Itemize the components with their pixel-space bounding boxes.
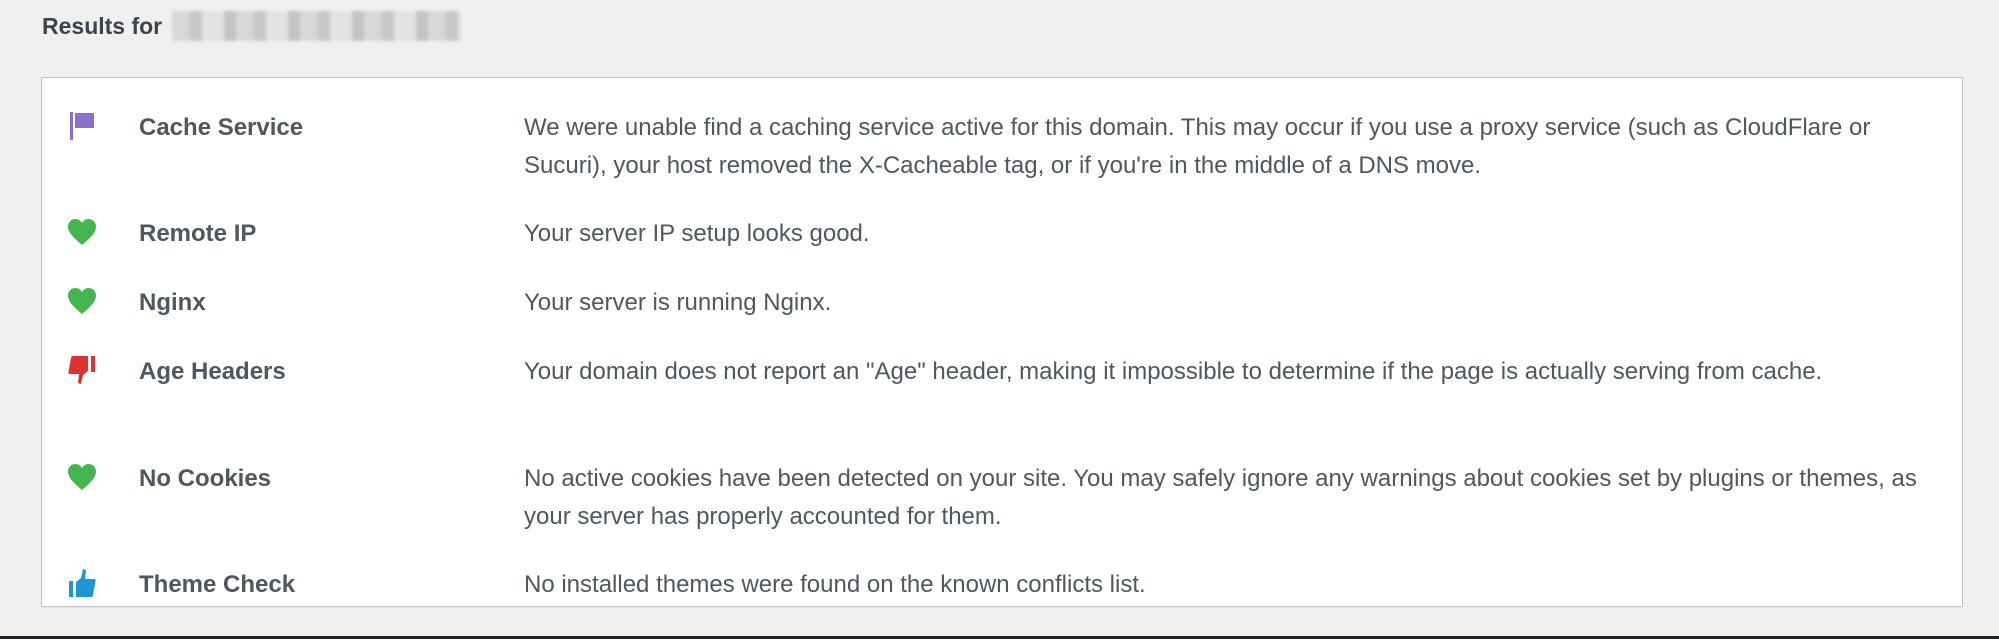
result-description: Your server is running Nginx.	[524, 289, 832, 316]
result-label: Age Headers	[139, 358, 286, 385]
heart-icon	[68, 219, 96, 245]
heart-icon	[68, 464, 96, 490]
thumbs-up-icon	[69, 569, 96, 597]
result-description: No active cookies have been detected on …	[524, 465, 1917, 530]
result-label: Nginx	[139, 289, 206, 316]
results-panel: Cache Service We were unable find a cach…	[41, 77, 1963, 607]
result-label: No Cookies	[139, 465, 272, 492]
thumbs-down-icon	[68, 356, 95, 384]
flag-icon	[70, 112, 94, 140]
result-description: No installed themes were found on the kn…	[524, 571, 1146, 598]
result-description: Your domain does not report an "Age" hea…	[524, 358, 1823, 385]
result-description: Your server IP setup looks good.	[524, 220, 870, 247]
result-label: Cache Service	[139, 114, 304, 141]
redacted-domain	[172, 11, 463, 41]
results-heading-label: Results for	[42, 12, 163, 39]
results-heading: Results for	[42, 11, 463, 41]
result-label: Theme Check	[139, 571, 296, 598]
result-label: Remote IP	[139, 220, 257, 247]
result-description: We were unable find a caching service ac…	[524, 114, 1871, 179]
heart-icon	[68, 288, 96, 314]
